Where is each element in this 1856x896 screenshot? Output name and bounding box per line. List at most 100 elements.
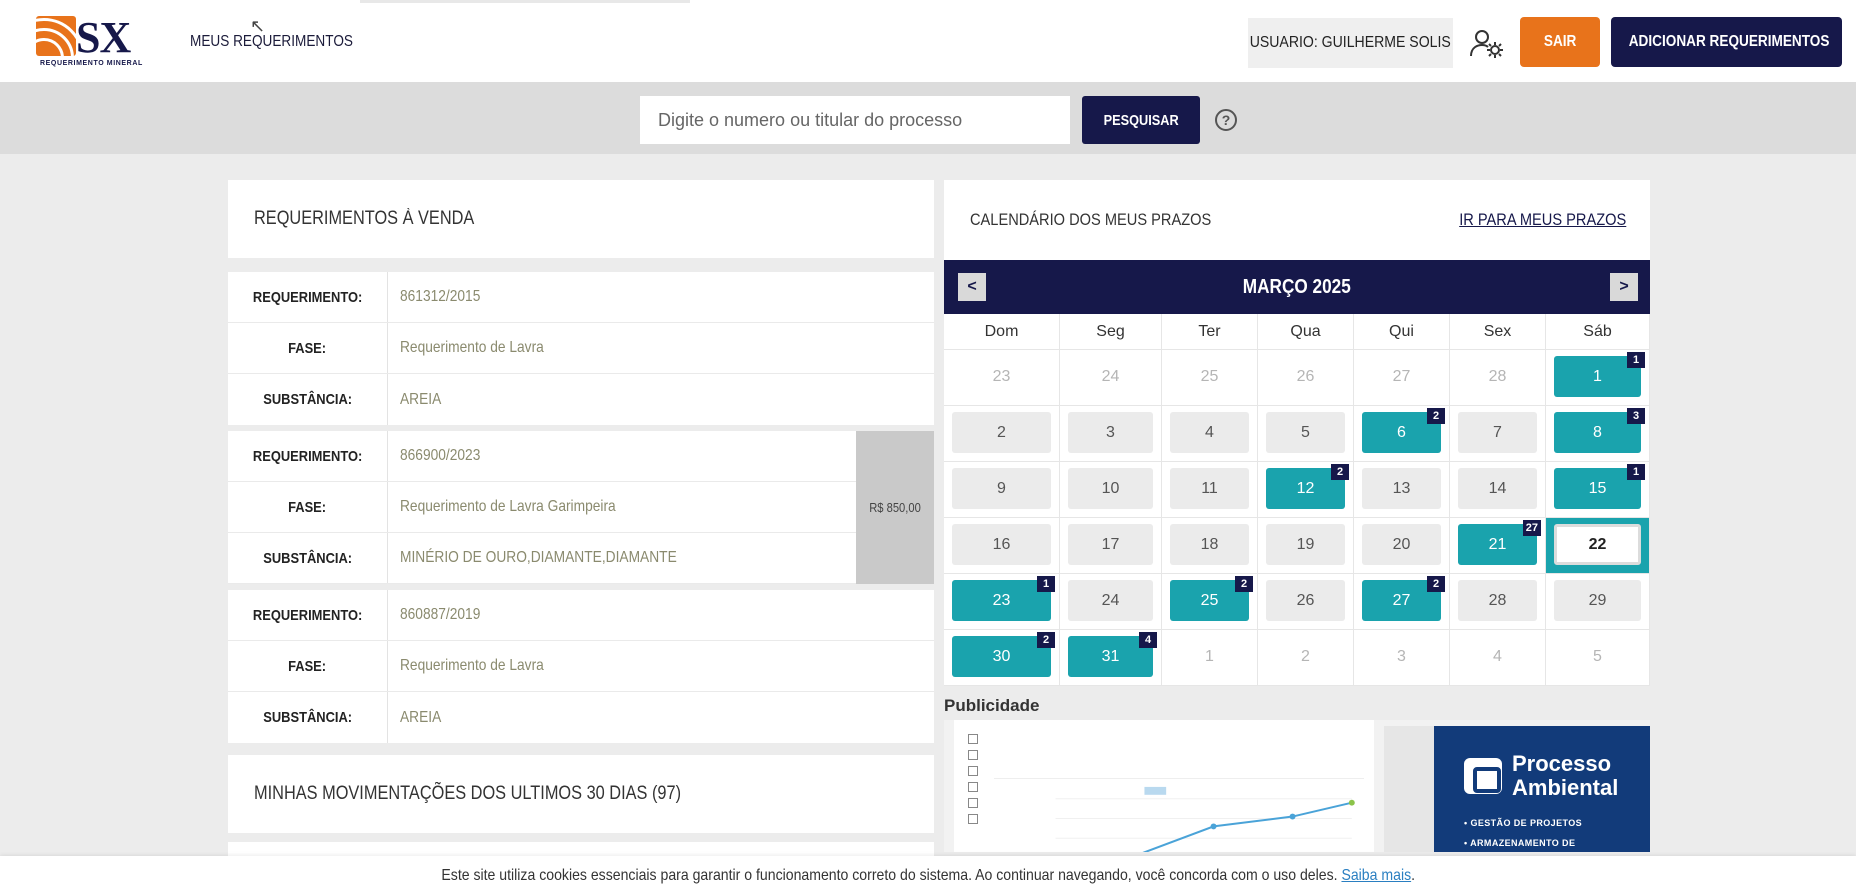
cookie-text: Este site utiliza cookies essenciais par… — [441, 867, 1338, 884]
label-fase: FASE: — [228, 641, 388, 691]
calendar-day-cell[interactable]: 1 — [1162, 630, 1258, 686]
calendar-day-cell[interactable]: 11 — [1546, 350, 1650, 406]
calendar-day-number: 25 — [1200, 367, 1219, 385]
calendar-day-cell[interactable]: 4 — [1450, 630, 1546, 686]
logo[interactable]: SX REQUERIMENTO MINERAL — [36, 13, 146, 70]
calendar-day-number: 17 — [1068, 524, 1153, 565]
calendar-month: MARÇO 2025 — [1242, 276, 1352, 298]
calendar-day-cell[interactable]: 3 — [1354, 630, 1450, 686]
calendar-day-cell[interactable]: 26 — [1258, 350, 1354, 406]
card-row: REQUERIMENTO: 860887/2019 — [228, 590, 934, 641]
calendar-day-cell[interactable]: 9 — [944, 462, 1060, 518]
calendar-day-number: 4 — [1493, 647, 1502, 665]
deadline-count-badge: 2 — [1235, 576, 1253, 592]
calendar-day-number: 2 — [952, 412, 1051, 453]
logo-mark-icon — [36, 16, 76, 56]
calendar-day-cell[interactable]: 25 — [1162, 350, 1258, 406]
calendar-day-cell[interactable]: 28 — [1450, 574, 1546, 630]
help-icon[interactable]: ? — [1215, 109, 1237, 131]
sale-card[interactable]: REQUERIMENTO: 866900/2023 FASE: Requerim… — [228, 431, 934, 584]
calendar-day-cell[interactable]: 23 — [944, 350, 1060, 406]
search-input[interactable] — [640, 96, 1070, 144]
prazos-link[interactable]: IR PARA MEUS PRAZOS — [1459, 210, 1626, 230]
logout-button[interactable]: SAIR — [1520, 17, 1600, 67]
ad-item: • GESTÃO DE PROJETOS — [1464, 818, 1583, 828]
calendar-day-number: 28 — [1458, 580, 1537, 621]
ad-banner[interactable]: Processo Ambiental • GESTÃO DE PROJETOS … — [944, 720, 1650, 852]
card-row: FASE: Requerimento de Lavra Garimpeira — [228, 482, 934, 533]
calendar-day-cell[interactable]: 27 2 — [1354, 574, 1450, 630]
calendar-day-cell[interactable]: 18 — [1162, 518, 1258, 574]
calendar-day-number: 28 — [1488, 367, 1507, 385]
calendar-day-cell[interactable]: 5 — [1258, 406, 1354, 462]
deadline-count-badge: 2 — [1427, 576, 1445, 592]
calendar-day-cell[interactable]: 2 — [1258, 630, 1354, 686]
calendar-day-cell[interactable]: 12 2 — [1258, 462, 1354, 518]
ad-product-panel: Processo Ambiental • GESTÃO DE PROJETOS … — [1434, 726, 1650, 852]
ad-divider — [1384, 726, 1434, 852]
calendar-month-bar: < MARÇO 2025 > — [944, 260, 1650, 314]
deadline-count-badge: 2 — [1037, 632, 1055, 648]
deadline-count-badge: 27 — [1522, 520, 1541, 536]
calendar-day-cell[interactable]: 16 — [944, 518, 1060, 574]
calendar-title: CALENDÁRIO DOS MEUS PRAZOS — [970, 210, 1212, 229]
calendar-day-cell[interactable]: 19 — [1258, 518, 1354, 574]
calendar-day-cell[interactable]: 23 1 — [944, 574, 1060, 630]
weekday-header: Qui — [1354, 314, 1450, 350]
nav-meus-requerimentos[interactable]: MEUS REQUERIMENTOS — [190, 33, 353, 51]
calendar-day-cell[interactable]: 62 — [1354, 406, 1450, 462]
mouse-cursor-icon: ↖ — [250, 16, 266, 36]
calendar-day-cell[interactable]: 10 — [1060, 462, 1162, 518]
calendar-day-cell[interactable]: 4 — [1162, 406, 1258, 462]
calendar-day-cell[interactable]: 24 — [1060, 574, 1162, 630]
calendar-day-cell[interactable]: 25 2 — [1162, 574, 1258, 630]
label-substancia: SUBSTÂNCIA: — [228, 533, 388, 583]
label-fase: FASE: — [228, 482, 388, 532]
movements-panel-title: MINHAS MOVIMENTAÇÕES DOS ULTIMOS 30 DIAS… — [254, 783, 682, 804]
price-tag: R$ 850,00 — [856, 431, 934, 584]
calendar-day-cell[interactable]: 3 — [1060, 406, 1162, 462]
value-fase: Requerimento de Lavra — [400, 657, 544, 674]
calendar-day-cell[interactable]: 11 — [1162, 462, 1258, 518]
calendar-day-cell[interactable]: 29 — [1546, 574, 1650, 630]
calendar-day-cell[interactable]: 83 — [1546, 406, 1650, 462]
value-substancia: AREIA — [400, 390, 442, 408]
calendar-day-cell[interactable]: 14 — [1450, 462, 1546, 518]
calendar-day-cell[interactable]: 26 — [1258, 574, 1354, 630]
calendar-day-number: 4 — [1170, 412, 1249, 453]
label-substancia: SUBSTÂNCIA: — [228, 374, 388, 425]
calendar-today: 22 — [1554, 524, 1641, 565]
calendar-day-cell[interactable]: 13 — [1354, 462, 1450, 518]
calendar-day-cell[interactable]: 24 — [1060, 350, 1162, 406]
user-gear-icon[interactable] — [1470, 28, 1504, 58]
calendar-day-number: 11 — [1170, 468, 1249, 509]
calendar-day-number: 3 — [1068, 412, 1153, 453]
calendar-day-number: 26 — [1266, 580, 1345, 621]
calendar-day-cell[interactable]: 20 — [1354, 518, 1450, 574]
ad-label: Publicidade — [944, 696, 1040, 715]
calendar-day-cell[interactable]: 7 — [1450, 406, 1546, 462]
calendar-day-cell[interactable]: 30 2 — [944, 630, 1060, 686]
calendar-day-cell[interactable]: 31 4 — [1060, 630, 1162, 686]
add-requerimentos-button[interactable]: ADICIONAR REQUERIMENTOS — [1611, 17, 1842, 67]
search-button[interactable]: PESQUISAR — [1082, 96, 1200, 144]
card-row: REQUERIMENTO: 866900/2023 — [228, 431, 934, 482]
next-month-button[interactable]: > — [1610, 273, 1638, 301]
calendar-day-cell[interactable]: 28 — [1450, 350, 1546, 406]
calendar-day-cell[interactable]: 2 — [944, 406, 1060, 462]
calendar-day-cell[interactable]: 22 — [1546, 518, 1650, 574]
top-progress-line — [360, 0, 690, 3]
calendar-day-cell[interactable]: 27 — [1354, 350, 1450, 406]
sale-card[interactable]: REQUERIMENTO: 860887/2019 FASE: Requerim… — [228, 590, 934, 743]
top-header: SX REQUERIMENTO MINERAL MEUS REQUERIMENT… — [0, 0, 1856, 82]
calendar-day-number: 5 — [1593, 647, 1602, 665]
calendar-day-cell[interactable]: 15 1 — [1546, 462, 1650, 518]
calendar-day-cell[interactable]: 5 — [1546, 630, 1650, 686]
sale-card[interactable]: REQUERIMENTO: 861312/2015 FASE: Requerim… — [228, 272, 934, 425]
cookie-trail: . — [1410, 867, 1415, 884]
calendar-day-cell[interactable]: 17 — [1060, 518, 1162, 574]
ad-product-logo-icon — [1464, 758, 1502, 794]
cookie-learn-more-link[interactable]: Saiba mais — [1341, 867, 1411, 884]
calendar-day-number: 13 — [1362, 468, 1441, 509]
calendar-day-cell[interactable]: 21 27 — [1450, 518, 1546, 574]
